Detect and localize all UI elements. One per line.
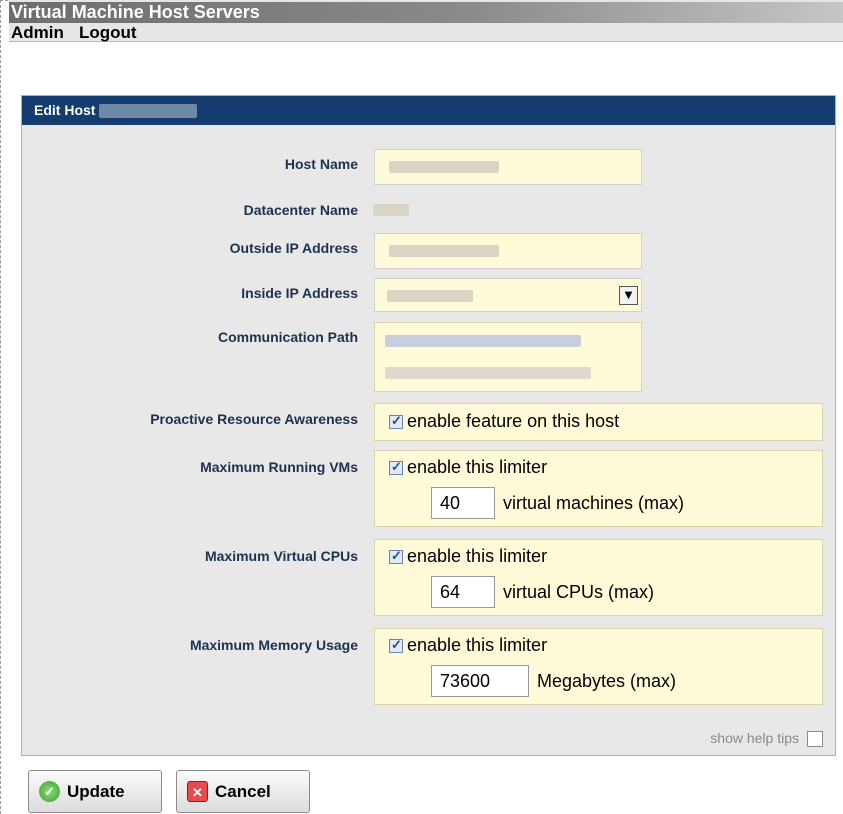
max-cpus-checkbox[interactable] <box>389 548 403 565</box>
max-vms-unit: virtual machines (max) <box>503 493 685 513</box>
max-cpus-unit: virtual CPUs (max) <box>503 582 655 602</box>
outside-ip-redacted <box>389 245 499 257</box>
cancel-button-label: Cancel <box>215 782 271 801</box>
max-cpus-box: enable this limiter 64 virtual CPUs (max… <box>374 539 823 616</box>
chevron-down-icon[interactable]: ▼ <box>619 286 638 305</box>
max-memory-checkbox-text: enable this limiter <box>407 635 548 655</box>
max-memory-input[interactable]: 73600 <box>431 665 529 697</box>
host-name-label: Host Name <box>284 156 358 172</box>
max-memory-checkbox-row[interactable]: enable this limiter <box>389 635 547 656</box>
max-vms-checkbox-text: enable this limiter <box>407 457 548 477</box>
max-vms-checkbox-row[interactable]: enable this limiter <box>389 457 547 478</box>
proactive-checkbox-text: enable feature on this host <box>407 411 620 431</box>
communication-path-label: Communication Path <box>217 329 358 345</box>
max-vms-label: Maximum Running VMs <box>200 459 358 475</box>
max-memory-label: Maximum Memory Usage <box>189 637 358 653</box>
x-square-icon: ✕ <box>187 781 208 802</box>
proactive-checkbox[interactable] <box>389 413 403 430</box>
max-memory-checkbox[interactable] <box>389 637 403 654</box>
update-button-label: Update <box>67 782 125 801</box>
menu-admin[interactable]: Admin <box>11 23 64 42</box>
max-cpus-label: Maximum Virtual CPUs <box>204 548 358 564</box>
communication-path-options <box>374 322 642 392</box>
proactive-box: enable feature on this host <box>374 403 823 441</box>
radio-inside-network-redacted[interactable] <box>385 367 591 379</box>
app-titlebar: Virtual Machine Host Servers Admin Logou… <box>9 0 843 42</box>
inside-ip-redacted <box>387 290 473 302</box>
max-vms-checkbox[interactable] <box>389 459 403 476</box>
help-tips-checkbox[interactable] <box>807 731 823 747</box>
datacenter-name-redacted <box>373 204 409 216</box>
max-memory-unit: Megabytes (max) <box>537 671 677 691</box>
help-tips-label: show help tips <box>710 729 799 746</box>
proactive-label: Proactive Resource Awareness <box>150 411 358 427</box>
inside-ip-label: Inside IP Address <box>241 285 358 301</box>
max-memory-box: enable this limiter 73600 Megabytes (max… <box>374 628 823 705</box>
max-cpus-checkbox-row[interactable]: enable this limiter <box>389 546 547 567</box>
check-circle-icon: ✓ <box>39 781 60 802</box>
max-vms-input[interactable]: 40 <box>431 487 495 519</box>
max-vms-box: enable this limiter 40 virtual machines … <box>374 450 823 527</box>
edit-host-panel: Edit Host Host Name Datacenter Name Outs… <box>21 95 836 756</box>
app-title: Virtual Machine Host Servers <box>11 2 260 22</box>
inside-ip-select[interactable]: ▼ <box>374 278 642 312</box>
field-labels: Host Name Datacenter Name Outside IP Add… <box>22 96 358 755</box>
datacenter-name-label: Datacenter Name <box>243 202 358 218</box>
host-name-input[interactable] <box>374 149 642 185</box>
radio-outside-network-redacted[interactable] <box>385 335 581 347</box>
menu-logout[interactable]: Logout <box>79 23 137 42</box>
host-name-redacted <box>389 161 499 173</box>
cancel-button[interactable]: ✕ Cancel <box>176 770 310 813</box>
outside-ip-input[interactable] <box>374 233 642 269</box>
proactive-checkbox-row[interactable]: enable feature on this host <box>389 411 619 432</box>
main-menu: Admin Logout <box>11 23 147 42</box>
outside-ip-label: Outside IP Address <box>229 240 358 256</box>
max-cpus-checkbox-text: enable this limiter <box>407 546 548 566</box>
page-border-left <box>0 0 1 814</box>
help-tips-toggle[interactable]: show help tips <box>710 730 823 747</box>
update-button[interactable]: ✓ Update <box>28 770 162 813</box>
max-cpus-input[interactable]: 64 <box>431 576 495 608</box>
